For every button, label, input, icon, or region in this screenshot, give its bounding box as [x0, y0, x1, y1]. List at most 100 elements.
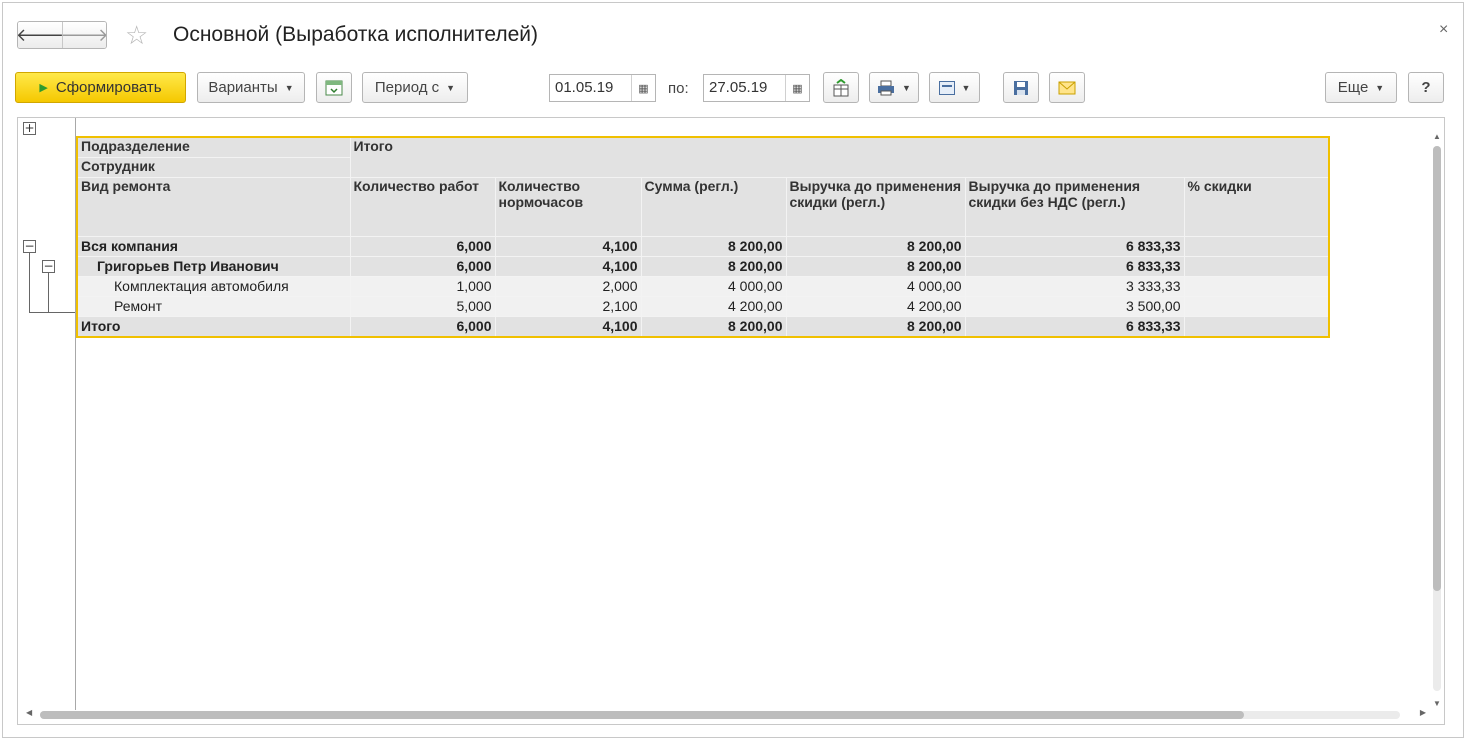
- table-cell: 8 200,00: [640, 315, 787, 337]
- date-from-field[interactable]: 01.05.19 ▦: [549, 74, 656, 102]
- settings-panel-button[interactable]: [316, 72, 352, 103]
- date-to-label: по:: [668, 80, 689, 97]
- forward-button[interactable]: 🡒: [60, 22, 107, 48]
- table-cell: [1183, 275, 1330, 297]
- table-cell: [1183, 295, 1330, 317]
- email-button[interactable]: [1049, 72, 1085, 103]
- table-cell: 5,000: [349, 295, 496, 317]
- dropdown-arrow-icon: ▼: [961, 82, 971, 93]
- help-button[interactable]: ?: [1408, 72, 1444, 103]
- collapse-group-icon[interactable]: −: [42, 260, 55, 273]
- favorite-star-icon[interactable]: ☆: [125, 21, 148, 49]
- table-cell: 6 833,33: [964, 255, 1185, 277]
- table-cell: 1,000: [349, 275, 496, 297]
- spreadsheet-export-icon: [833, 78, 849, 96]
- table-cell: 2,100: [494, 295, 642, 317]
- table-cell: 4,100: [494, 235, 642, 257]
- panel-settings-icon: [325, 80, 343, 95]
- date-to-field[interactable]: 27.05.19 ▦: [703, 74, 810, 102]
- header-dim-repair-type: Вид ремонта: [76, 176, 351, 237]
- scroll-thumb[interactable]: [40, 711, 1244, 719]
- arrow-left-icon: 🡐: [17, 24, 65, 45]
- scroll-right-icon[interactable]: ▶: [1420, 708, 1426, 717]
- table-row[interactable]: Вся компания 6,000 4,100 8 200,00 8 200,…: [76, 235, 1330, 257]
- floppy-disk-icon: [1014, 80, 1028, 95]
- table-cell: 2,000: [494, 275, 642, 297]
- row-label: Григорьев Петр Иванович: [76, 255, 351, 277]
- help-label: ?: [1421, 79, 1431, 96]
- column-header: Выручка до применения скидки без НДС (ре…: [964, 176, 1185, 237]
- table-cell: 8 200,00: [785, 315, 966, 337]
- header-total-group: Итого: [349, 136, 1330, 178]
- table-layout-icon: [938, 80, 955, 95]
- table-row[interactable]: Итого 6,000 4,100 8 200,00 8 200,00 6 83…: [76, 315, 1330, 337]
- more-button[interactable]: Еще ▼: [1325, 72, 1397, 103]
- printer-icon: [878, 80, 895, 95]
- table-cell: [1183, 255, 1330, 277]
- scroll-thumb[interactable]: [1433, 146, 1441, 591]
- table-cell: [1183, 235, 1330, 257]
- window-title: Основной (Выработка исполнителей): [173, 23, 539, 46]
- table-cell: 4 200,00: [640, 295, 787, 317]
- report-table: Подразделение Итого Сотрудник Вид ремонт…: [76, 136, 1330, 338]
- table-cell: 4 200,00: [785, 295, 966, 317]
- scroll-left-icon[interactable]: ◀: [26, 708, 32, 717]
- table-cell: 6 833,33: [964, 235, 1185, 257]
- table-cell: 8 200,00: [640, 255, 787, 277]
- table-cell: 8 200,00: [640, 235, 787, 257]
- back-button[interactable]: 🡐: [17, 22, 65, 48]
- date-from-value: 01.05.19: [555, 79, 614, 96]
- table-cell: [1183, 315, 1330, 337]
- table-row[interactable]: Григорьев Петр Иванович 6,000 4,100 8 20…: [76, 255, 1330, 277]
- table-cell: 6,000: [349, 235, 496, 257]
- period-button[interactable]: Период с ▼: [362, 72, 468, 103]
- generate-button[interactable]: ▶ Сформировать: [15, 72, 186, 103]
- collapse-group-icon[interactable]: −: [23, 240, 36, 253]
- export-button[interactable]: [823, 72, 859, 103]
- play-icon: ▶: [39, 82, 48, 94]
- row-label: Итого: [76, 315, 351, 337]
- tree-connector: [48, 273, 49, 313]
- tree-connector: [29, 253, 30, 313]
- navigation-buttons: 🡐 🡒: [17, 21, 107, 49]
- table-cell: 4,100: [494, 255, 642, 277]
- table-row[interactable]: Ремонт 5,000 2,100 4 200,00 4 200,00 3 5…: [76, 295, 1330, 317]
- tree-connector: [29, 312, 75, 313]
- row-label: Вся компания: [76, 235, 351, 257]
- table-cell: 6,000: [349, 255, 496, 277]
- dropdown-arrow-icon: ▼: [902, 82, 911, 93]
- generate-label: Сформировать: [55, 79, 162, 96]
- table-cell: 6 833,33: [964, 315, 1185, 337]
- table-row[interactable]: Комплектация автомобиля 1,000 2,000 4 00…: [76, 275, 1330, 297]
- variants-label: Варианты: [208, 79, 278, 96]
- horizontal-scrollbar[interactable]: ◀ ▶: [26, 708, 1426, 720]
- scroll-up-icon[interactable]: ▲: [1431, 132, 1443, 141]
- header-dim-employee: Сотрудник: [76, 156, 351, 178]
- more-label: Еще: [1337, 79, 1369, 96]
- close-icon[interactable]: ×: [1439, 21, 1448, 39]
- table-cell: 8 200,00: [785, 255, 966, 277]
- calendar-icon[interactable]: ▦: [631, 75, 655, 101]
- variants-button[interactable]: Варианты ▼: [197, 72, 305, 103]
- row-label: Ремонт: [76, 295, 351, 317]
- column-header: Сумма (регл.): [640, 176, 787, 237]
- report-spreadsheet[interactable]: + − − Подразделение Итого Сотрудник Вид …: [17, 117, 1445, 725]
- scroll-down-icon[interactable]: ▼: [1431, 699, 1443, 708]
- column-header: Количество нормочасов: [494, 176, 642, 237]
- expand-all-icon[interactable]: +: [23, 122, 36, 135]
- dropdown-arrow-icon: ▼: [1375, 82, 1385, 93]
- date-to-value: 27.05.19: [709, 79, 768, 96]
- calendar-icon[interactable]: ▦: [785, 75, 809, 101]
- save-button[interactable]: [1003, 72, 1039, 103]
- vertical-scrollbar[interactable]: ▲ ▼: [1431, 132, 1443, 708]
- table-cell: 3 333,33: [964, 275, 1185, 297]
- arrow-right-icon: 🡒: [60, 24, 107, 45]
- layout-button[interactable]: ▼: [929, 72, 980, 103]
- table-cell: 8 200,00: [785, 235, 966, 257]
- envelope-icon: [1058, 81, 1076, 94]
- print-button[interactable]: ▼: [869, 72, 919, 103]
- report-window: 🡐 🡒 ☆ Основной (Выработка исполнителей) …: [2, 2, 1464, 738]
- column-header: Количество работ: [349, 176, 496, 237]
- table-cell: 6,000: [349, 315, 496, 337]
- row-label: Комплектация автомобиля: [76, 275, 351, 297]
